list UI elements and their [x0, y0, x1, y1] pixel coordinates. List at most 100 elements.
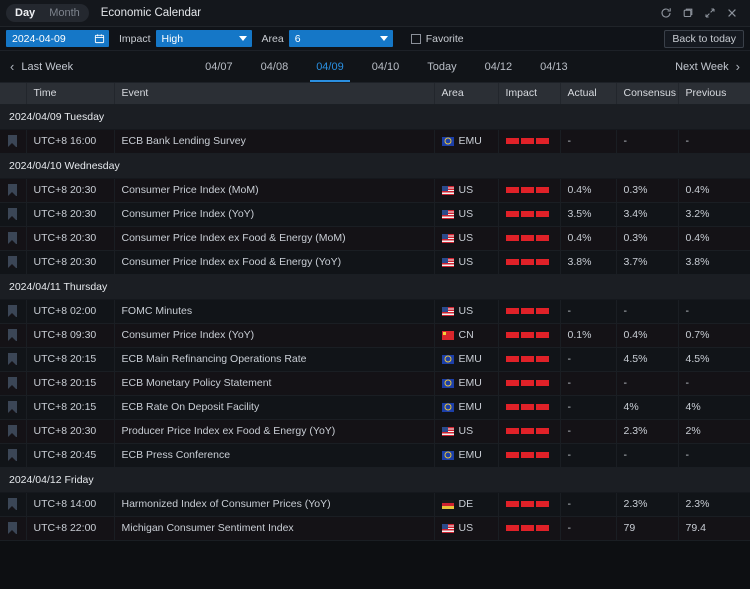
bookmark-icon[interactable] [8, 208, 18, 221]
bookmark-cell[interactable] [0, 492, 27, 517]
column-header-impact[interactable]: Impact [498, 83, 561, 105]
bookmark-cell[interactable] [0, 443, 27, 468]
area-select[interactable]: 6 [288, 30, 393, 47]
bookmark-cell[interactable] [0, 371, 27, 396]
event-actual: - [560, 419, 617, 444]
event-area: EMU [434, 395, 499, 420]
impact-bars [505, 501, 553, 507]
calendar-icon[interactable] [94, 33, 105, 44]
tab-day[interactable]: Day [8, 4, 42, 22]
table-header-row: Time Event Area Impact Actual Consensus … [0, 83, 750, 105]
back-to-today-button[interactable]: Back to today [664, 29, 744, 48]
bookmark-cell[interactable] [0, 323, 27, 348]
bookmark-cell[interactable] [0, 129, 27, 154]
table-row[interactable]: UTC+8 20:15 ECB Monetary Policy Statement… [0, 371, 750, 396]
column-header-area[interactable]: Area [434, 83, 499, 105]
table-row[interactable]: UTC+8 20:15 ECB Rate On Deposit Facility E… [0, 395, 750, 420]
date-input[interactable]: 2024-04-09 [6, 30, 109, 47]
table-row[interactable]: UTC+8 20:30 Consumer Price Index ex Food … [0, 226, 750, 251]
bookmark-icon[interactable] [8, 256, 18, 269]
column-header-consensus[interactable]: Consensus [616, 83, 679, 105]
impact-bar [535, 525, 549, 531]
event-impact [498, 419, 561, 444]
table-row[interactable]: UTC+8 16:00 ECB Bank Lending Survey EMU - - - [0, 129, 750, 154]
column-header-time[interactable]: Time [26, 83, 115, 105]
bookmark-cell[interactable] [0, 419, 27, 444]
bookmark-icon[interactable] [8, 401, 18, 414]
bookmark-cell[interactable] [0, 347, 27, 372]
bookmark-cell[interactable] [0, 226, 27, 251]
day-tab-04-09[interactable]: 04/09 [302, 51, 358, 82]
view-mode-toggle[interactable]: Day Month [6, 4, 89, 22]
column-header-previous[interactable]: Previous [678, 83, 750, 105]
table-row[interactable]: UTC+8 20:30 Consumer Price Index (MoM) US 0… [0, 178, 750, 203]
event-area: US [434, 226, 499, 251]
bookmark-icon[interactable] [8, 449, 18, 462]
impact-bar [535, 235, 549, 241]
day-tab-04-13[interactable]: 04/13 [526, 51, 582, 82]
table-row[interactable]: UTC+8 22:00 Michigan Consumer Sentiment I… [0, 516, 750, 541]
day-tab-today[interactable]: Today [413, 51, 470, 82]
table-row[interactable]: UTC+8 09:30 Consumer Price Index (YoY) CN 0… [0, 323, 750, 348]
bookmark-icon[interactable] [8, 135, 18, 148]
event-actual: - [560, 492, 617, 517]
table-row[interactable]: UTC+8 20:30 Producer Price Index ex Food … [0, 419, 750, 444]
table-row[interactable]: UTC+8 20:30 Consumer Price Index ex Food … [0, 250, 750, 275]
bookmark-cell[interactable] [0, 250, 27, 275]
impact-select-value: High [161, 32, 184, 45]
favorite-checkbox[interactable] [410, 33, 421, 44]
impact-select[interactable]: High [155, 30, 252, 47]
table-row[interactable]: UTC+8 14:00 Harmonized Index of Consumer … [0, 492, 750, 517]
favorite-filter[interactable]: Favorite [410, 33, 464, 45]
impact-bar [505, 308, 519, 314]
column-header-event[interactable]: Event [114, 83, 435, 105]
day-tab-04-07[interactable]: 04/07 [191, 51, 247, 82]
flag-icon-us [441, 233, 454, 243]
table-row[interactable]: UTC+8 20:30 Consumer Price Index (YoY) US 3… [0, 202, 750, 227]
bookmark-icon[interactable] [8, 522, 18, 535]
title-bar: Day Month Economic Calendar [0, 0, 750, 27]
column-header-bookmark[interactable] [0, 83, 27, 105]
event-time: UTC+8 02:00 [26, 299, 115, 324]
impact-bar [535, 259, 549, 265]
day-tab-04-08[interactable]: 04/08 [247, 51, 303, 82]
bookmark-icon[interactable] [8, 329, 18, 342]
next-week-button[interactable]: Next Week › [675, 60, 740, 73]
restore-icon[interactable] [678, 3, 698, 23]
close-icon[interactable] [722, 3, 742, 23]
bookmark-cell[interactable] [0, 299, 27, 324]
bookmark-icon[interactable] [8, 377, 18, 390]
impact-bar [535, 211, 549, 217]
event-consensus: 79 [616, 516, 679, 541]
bookmark-icon[interactable] [8, 498, 18, 511]
bookmark-icon[interactable] [8, 353, 18, 366]
day-tab-04-12[interactable]: 04/12 [471, 51, 527, 82]
calendar-table-wrapper[interactable]: Time Event Area Impact Actual Consensus … [0, 83, 750, 589]
bookmark-cell[interactable] [0, 516, 27, 541]
area-label: EMU [458, 377, 482, 389]
bookmark-cell[interactable] [0, 202, 27, 227]
last-week-button[interactable]: ‹ Last Week [10, 60, 73, 73]
event-name: Consumer Price Index (MoM) [114, 178, 435, 203]
impact-bars [505, 380, 553, 386]
bookmark-cell[interactable] [0, 178, 27, 203]
refresh-icon[interactable] [656, 3, 676, 23]
event-time: UTC+8 20:45 [26, 443, 115, 468]
bookmark-icon[interactable] [8, 232, 18, 245]
bookmark-cell[interactable] [0, 395, 27, 420]
day-tab-04-10[interactable]: 04/10 [358, 51, 414, 82]
bookmark-icon[interactable] [8, 184, 18, 197]
flag-icon-us [441, 209, 454, 219]
event-area: US [434, 202, 499, 227]
table-row[interactable]: UTC+8 02:00 FOMC Minutes US - - - [0, 299, 750, 324]
column-header-actual[interactable]: Actual [560, 83, 617, 105]
impact-bar [520, 404, 534, 410]
bookmark-icon[interactable] [8, 305, 18, 318]
event-name: Michigan Consumer Sentiment Index [114, 516, 435, 541]
impact-bars [505, 428, 553, 434]
table-row[interactable]: UTC+8 20:45 ECB Press Conference EMU - - - [0, 443, 750, 468]
table-row[interactable]: UTC+8 20:15 ECB Main Refinancing Operatio… [0, 347, 750, 372]
bookmark-icon[interactable] [8, 425, 18, 438]
tab-month[interactable]: Month [42, 4, 87, 22]
expand-icon[interactable] [700, 3, 720, 23]
